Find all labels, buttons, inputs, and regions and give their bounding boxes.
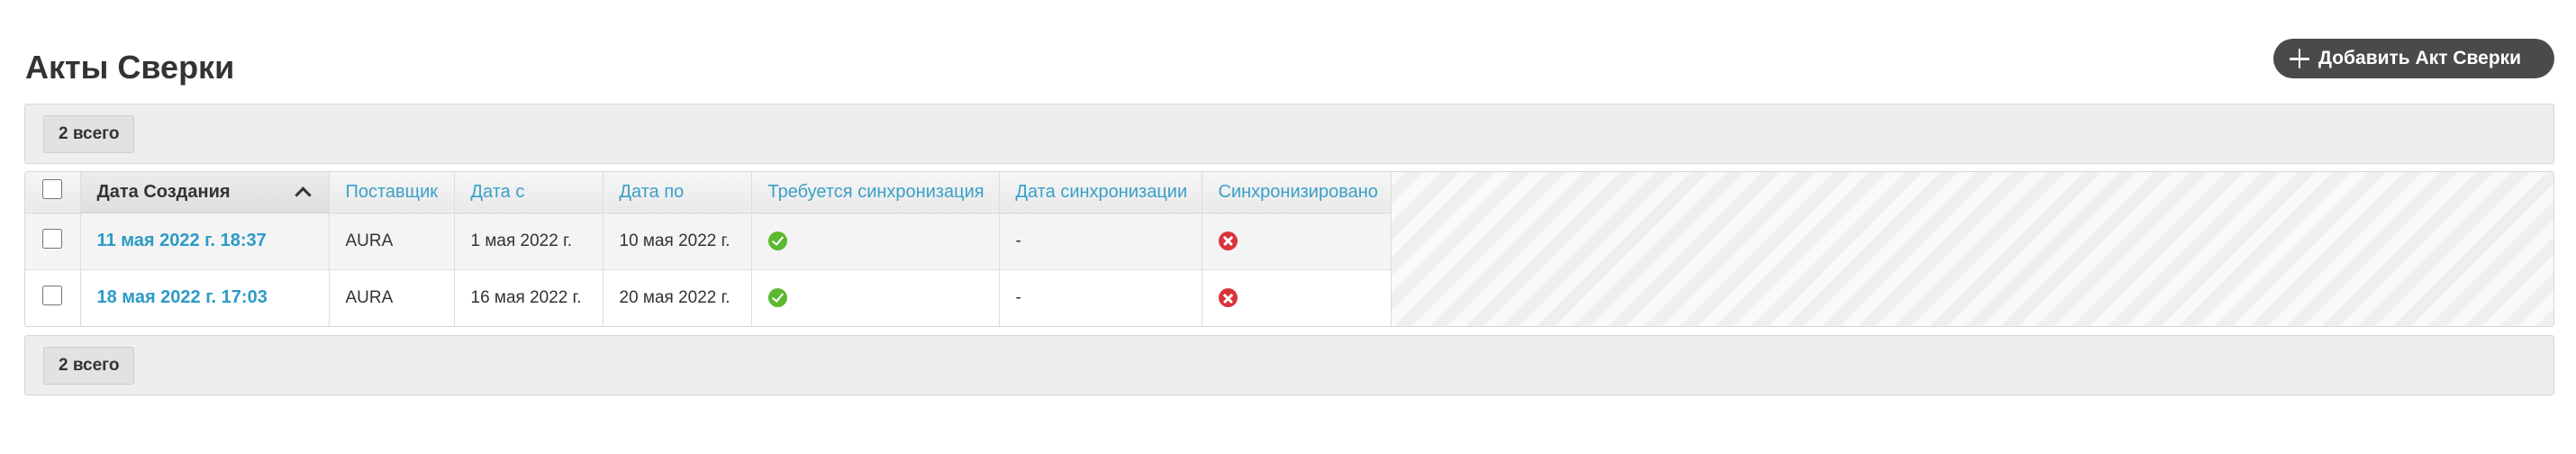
select-all-cell (25, 172, 81, 213)
synced-cell (1202, 213, 1392, 269)
add-button-label: Добавить Акт Сверки (2318, 48, 2522, 68)
column-header-created[interactable]: Дата Создания (80, 172, 330, 213)
top-toolbar: 2 всего (24, 104, 2554, 164)
check-circle-icon (767, 288, 787, 308)
total-count-badge: 2 всего (43, 115, 135, 153)
row-select-checkbox[interactable] (42, 228, 63, 249)
column-header-sync-required[interactable]: Требуется синхронизация (751, 172, 1000, 213)
sync-required-cell (751, 269, 1000, 326)
page-title: Акты Сверки (25, 49, 235, 86)
row-select-cell (25, 213, 81, 269)
bottom-toolbar: 2 всего (24, 335, 2554, 395)
date-from-cell: 16 мая 2022 г. (454, 269, 603, 326)
table-header-row: Дата Создания Поставщик Дата с Дата по Т… (25, 172, 1392, 213)
results-table-container: Дата Создания Поставщик Дата с Дата по Т… (24, 171, 2554, 327)
table-row: 11 мая 2022 г. 18:37 AURA 1 мая 2022 г. … (25, 213, 1392, 269)
date-to-cell: 20 мая 2022 г. (603, 269, 752, 326)
sort-ascending-icon[interactable] (295, 184, 311, 200)
cross-circle-icon (1218, 288, 1238, 308)
created-cell: 11 мая 2022 г. 18:37 (80, 213, 330, 269)
act-link[interactable]: 18 мая 2022 г. 17:03 (97, 287, 268, 307)
sync-date-cell: - (999, 213, 1202, 269)
column-header-created-label: Дата Создания (96, 181, 231, 202)
table-row: 18 мая 2022 г. 17:03 AURA 16 мая 2022 г.… (25, 269, 1392, 326)
sync-required-cell (751, 213, 1000, 269)
reconciliation-acts-page: Акты Сверки Добавить Акт Сверки 2 всего (0, 0, 2576, 454)
results-table: Дата Создания Поставщик Дата с Дата по Т… (25, 172, 1392, 326)
date-from-cell: 1 мая 2022 г. (454, 213, 603, 269)
date-to-cell: 10 мая 2022 г. (603, 213, 752, 269)
column-header-date-from[interactable]: Дата с (454, 172, 603, 213)
total-count-badge: 2 всего (43, 347, 135, 385)
column-header-sync-date[interactable]: Дата синхронизации (999, 172, 1202, 213)
supplier-cell: AURA (329, 269, 455, 326)
act-link[interactable]: 11 мая 2022 г. 18:37 (97, 231, 267, 250)
plus-icon (2290, 49, 2309, 68)
created-cell: 18 мая 2022 г. 17:03 (80, 269, 330, 326)
column-header-supplier[interactable]: Поставщик (329, 172, 455, 213)
select-all-checkbox[interactable] (42, 179, 63, 200)
check-circle-icon (767, 232, 787, 251)
row-select-checkbox[interactable] (42, 285, 63, 305)
add-reconciliation-act-button[interactable]: Добавить Акт Сверки (2273, 39, 2554, 78)
cross-circle-icon (1218, 232, 1238, 251)
synced-cell (1202, 269, 1392, 326)
column-header-synced[interactable]: Синхронизировано (1202, 172, 1392, 213)
row-select-cell (25, 269, 81, 326)
column-header-date-to[interactable]: Дата по (603, 172, 752, 213)
sync-date-cell: - (999, 269, 1202, 326)
supplier-cell: AURA (329, 213, 455, 269)
